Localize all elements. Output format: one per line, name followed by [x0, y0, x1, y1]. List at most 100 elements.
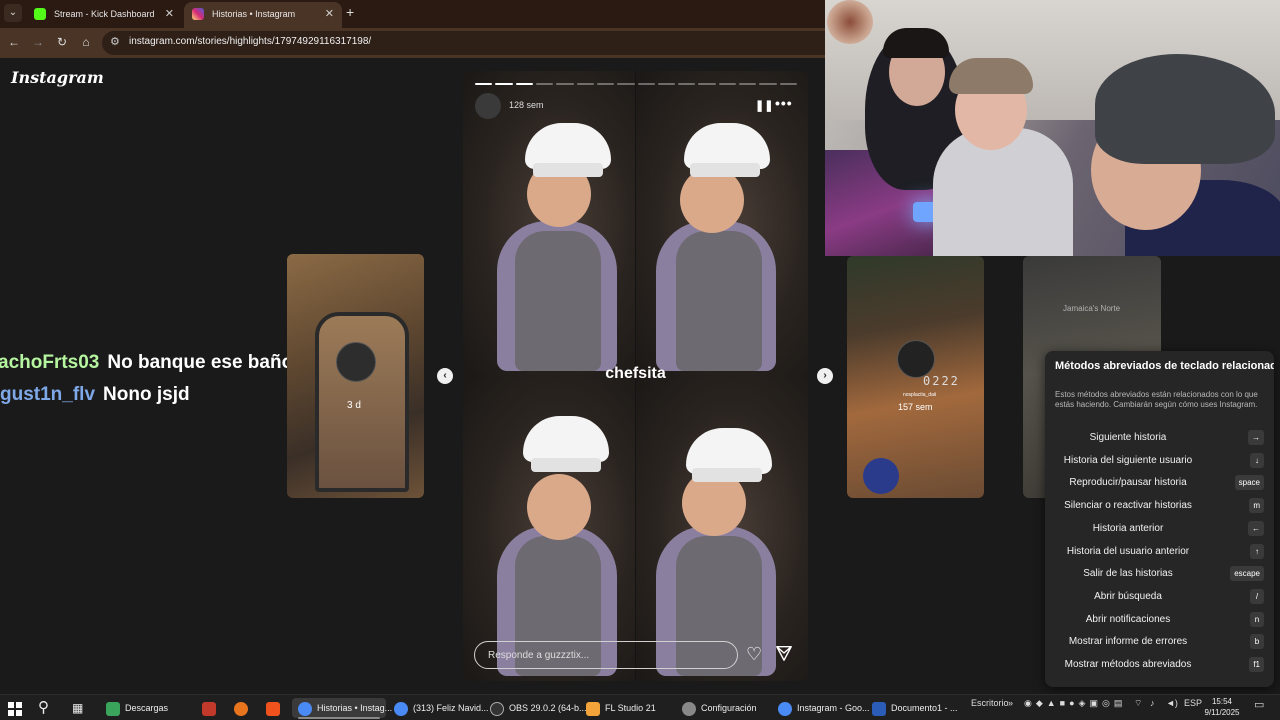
- reload-icon[interactable]: ↻: [54, 34, 70, 50]
- shortcut-key: ←: [1248, 520, 1264, 536]
- volume-icon[interactable]: ◄): [1166, 698, 1178, 708]
- task-view-icon[interactable]: ▦: [72, 698, 83, 718]
- previous-story-button[interactable]: ‹: [437, 368, 453, 384]
- chrome-icon: [298, 701, 312, 716]
- word-icon: [872, 701, 886, 716]
- system-tray-icons[interactable]: ◉◆▲■●◈▣◎▤: [1024, 698, 1126, 709]
- panel-title: Métodos abreviados de teclado relacionad…: [1055, 360, 1274, 372]
- taskbar-app-youtube[interactable]: (313) Feliz Navid...: [392, 698, 489, 718]
- url-text: instagram.com/stories/highlights/1797492…: [129, 36, 372, 47]
- taskbar-app-descargas[interactable]: Descargas: [100, 698, 190, 718]
- progress-segment: [779, 83, 797, 85]
- shortcut-row: Mostrar métodos abreviados f1: [1045, 655, 1274, 675]
- shortcut-key: space: [1234, 475, 1264, 491]
- more-options-icon[interactable]: •••: [775, 95, 793, 111]
- toolbar-chevron-icon[interactable]: »: [1008, 698, 1013, 708]
- story-preview-next[interactable]: 0222 nosplacita_daii 157 sem: [847, 256, 984, 498]
- address-bar[interactable]: ⚙ instagram.com/stories/highlights/17974…: [102, 31, 842, 55]
- location-sticker: Jamaica's Norte: [1063, 304, 1121, 313]
- shortcut-row: Salir de las historias escape: [1045, 564, 1274, 584]
- story-progress: [475, 83, 797, 85]
- shortcut-label: Abrir búsqueda: [1094, 590, 1162, 602]
- microphone-icon[interactable]: ♪: [1150, 698, 1155, 708]
- mirror-photo: [315, 312, 409, 492]
- shortcut-key: f1: [1249, 657, 1264, 672]
- reply-placeholder: Responde a guzzztix...: [488, 650, 590, 661]
- notifications-icon[interactable]: ▭: [1254, 698, 1264, 711]
- site-info-icon[interactable]: ⚙: [110, 35, 120, 48]
- firefox-icon[interactable]: [234, 698, 253, 718]
- story-age: 128 sem: [509, 100, 544, 110]
- back-icon[interactable]: ←: [6, 34, 22, 50]
- home-icon[interactable]: ⌂: [78, 34, 94, 50]
- avatar: [897, 340, 935, 378]
- progress-segment: [556, 83, 574, 85]
- webcam-overlay: [825, 0, 1280, 256]
- story-photo: [463, 376, 635, 681]
- taskbar-app-historias[interactable]: Historias • Instag...: [292, 698, 392, 719]
- brave-icon[interactable]: [266, 698, 285, 718]
- shortcut-row: Reproducir/pausar historia space: [1045, 473, 1274, 493]
- timer-display: 0222: [923, 374, 960, 388]
- shortcut-row: Historia del siguiente usuario ↓: [1045, 451, 1274, 471]
- avatar: [336, 342, 376, 382]
- progress-segment: [576, 83, 594, 85]
- tab-search-icon[interactable]: ⌄: [4, 4, 22, 22]
- shortcut-row: Historia anterior ←: [1045, 519, 1274, 539]
- app-icon[interactable]: [202, 698, 221, 718]
- shortcut-label: Historia anterior: [1092, 522, 1164, 534]
- tab-kick-dashboard[interactable]: Stream - Kick Dashboard ✕: [26, 2, 182, 28]
- taskbar-app-obs[interactable]: OBS 29.0.2 (64-b...: [490, 698, 587, 718]
- shortcut-label: Siguiente historia: [1089, 432, 1167, 443]
- next-story-button[interactable]: ›: [817, 368, 833, 384]
- clock-time: 15:54: [1211, 697, 1233, 706]
- shortcut-row: Silenciar o reactivar historias m: [1045, 496, 1274, 516]
- forward-icon[interactable]: →: [30, 34, 46, 50]
- progress-segment: [678, 83, 696, 85]
- pause-icon[interactable]: ❚❚: [755, 99, 773, 112]
- desktop-toolbar[interactable]: Escritorio: [971, 698, 1009, 708]
- taskbar-app-configuracion[interactable]: Configuración: [682, 698, 768, 718]
- chat-line: achoFrts03 No banque ese baño: [0, 352, 293, 374]
- instagram-logo[interactable]: Instagram: [11, 68, 104, 87]
- panel-description: Estos métodos abreviados están relaciona…: [1055, 390, 1258, 409]
- story-author-avatar[interactable]: [475, 93, 501, 119]
- chat-message: Nono jsjd: [103, 384, 190, 405]
- progress-segment: [718, 83, 737, 85]
- send-icon[interactable]: [775, 644, 793, 662]
- start-windows-icon[interactable]: [8, 698, 22, 718]
- progress-segment: [739, 83, 757, 85]
- story-preview-previous[interactable]: 3 d: [287, 254, 424, 498]
- new-tab-icon[interactable]: +: [346, 4, 354, 20]
- search-icon[interactable]: ⚲: [38, 698, 49, 718]
- wifi-icon[interactable]: ⌔: [1134, 698, 1142, 709]
- windows-taskbar: ⚲ ▦ Descargas Historias • Instag... (313…: [0, 694, 1280, 720]
- taskbar-app-instagram-chrome[interactable]: Instagram - Goo...: [778, 698, 870, 718]
- taskbar-app-word[interactable]: Documento1 - ...: [872, 698, 958, 718]
- shortcut-label: Reproducir/pausar historia: [1069, 477, 1187, 489]
- wall-plate-decoration: [827, 0, 873, 44]
- shortcut-label: Mostrar informe de errores: [1068, 636, 1188, 648]
- shortcut-row: Siguiente historia →: [1045, 428, 1274, 448]
- story-viewer[interactable]: 128 sem ❚❚ ••• chefsita: [463, 71, 808, 681]
- tab-instagram-stories[interactable]: Historias • Instagram ✕: [184, 2, 342, 28]
- close-tab-icon[interactable]: ✕: [325, 2, 334, 26]
- progress-segment: [698, 83, 716, 85]
- like-heart-icon[interactable]: ♡: [746, 644, 762, 665]
- close-tab-icon[interactable]: ✕: [165, 2, 174, 26]
- reply-input[interactable]: Responde a guzzztix...: [474, 641, 738, 669]
- fl-studio-icon: [586, 701, 600, 716]
- keyboard-shortcuts-panel: Métodos abreviados de teclado relacionad…: [1045, 351, 1274, 687]
- clock[interactable]: 15:54 9/11/2025: [1200, 696, 1244, 718]
- shortcut-key: →: [1248, 430, 1264, 445]
- chat-username: gust1n_flv: [0, 384, 96, 405]
- chrome-icon: [778, 701, 792, 716]
- chat-line: gust1n_flv Nono jsjd: [0, 384, 190, 406]
- progress-segment: [759, 83, 777, 85]
- shortcut-row: Mostrar informe de errores b: [1045, 632, 1274, 652]
- tab-title: Historias • Instagram: [212, 9, 296, 19]
- taskbar-app-fl-studio[interactable]: FL Studio 21: [586, 698, 666, 718]
- screen: ⌄ Stream - Kick Dashboard ✕ Historias • …: [0, 0, 1280, 720]
- story-caption: chefsita: [605, 365, 666, 382]
- tab-title: Stream - Kick Dashboard: [54, 9, 155, 19]
